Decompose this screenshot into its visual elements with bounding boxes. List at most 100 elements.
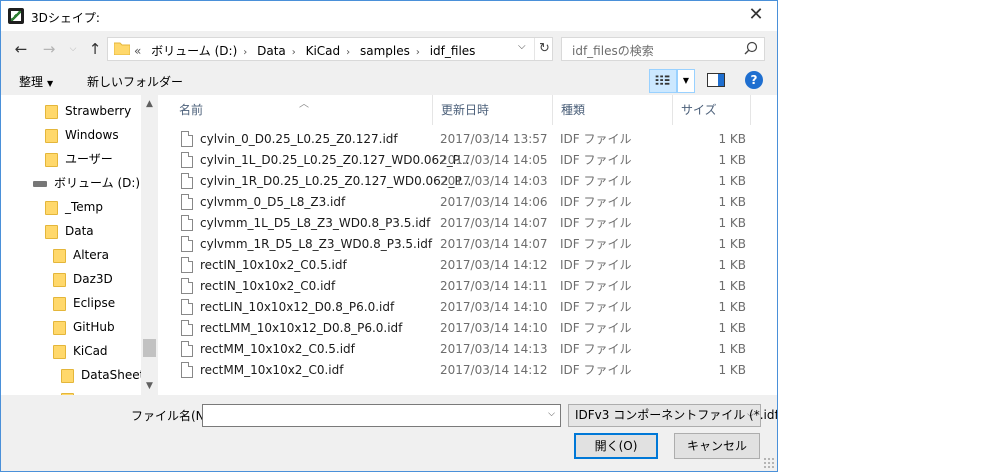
file-type: IDF ファイル	[560, 216, 632, 230]
tree-item-data[interactable]: Data	[45, 219, 94, 243]
file-row[interactable]: cylvmm_1R_D5_L8_Z3_WD0.8_P3.5.idf 2017/0…	[171, 234, 761, 255]
file-size: 1 KB	[718, 279, 746, 293]
file-size: 1 KB	[718, 321, 746, 335]
file-date: 2017/03/14 14:13	[440, 342, 548, 356]
tree-item-partial[interactable]	[61, 387, 81, 395]
file-date: 2017/03/14 14:03	[440, 174, 548, 188]
file-name: rectLMM_10x10x12_D0.8_P6.0.idf	[200, 321, 403, 335]
file-type: IDF ファイル	[560, 132, 632, 146]
search-box[interactable]: idf_filesの検索	[561, 37, 765, 61]
tree-item-strawberry[interactable]: Strawberry	[45, 99, 131, 123]
refresh-icon[interactable]: ↻	[534, 38, 554, 60]
search-icon[interactable]	[744, 41, 758, 55]
file-date: 2017/03/14 14:07	[440, 237, 548, 251]
file-name: rectMM_10x10x2_C0.idf	[200, 363, 344, 377]
address-history-chevron-icon[interactable]: ⌵	[518, 41, 526, 52]
folder-icon	[45, 128, 58, 143]
file-name: cylvin_0_D0.25_L0.25_Z0.127.idf	[200, 132, 398, 146]
file-icon	[181, 173, 193, 189]
tree-item-github[interactable]: GitHub	[53, 315, 115, 339]
tree-item-label: Eclipse	[73, 296, 116, 310]
title-bar: 3Dシェイプ: ✕	[1, 1, 777, 31]
address-bar[interactable]: « ボリューム (D:) › Data › KiCad › samples › idf_…	[107, 37, 553, 61]
tree-item-label: Data	[65, 224, 94, 238]
file-row[interactable]: cylvmm_1L_D5_L8_Z3_WD0.8_P3.5.idf 2017/0…	[171, 213, 761, 234]
breadcrumb-separator-icon[interactable]: ›	[292, 47, 296, 58]
help-icon[interactable]: ?	[745, 71, 763, 89]
column-header-name[interactable]: 名前	[171, 95, 433, 125]
file-type-select[interactable]: IDFv3 コンポーネントファイル (*.idf) ⌵	[568, 404, 777, 427]
tree-item-kicad[interactable]: KiCad	[53, 339, 108, 363]
tree-item-label: GitHub	[73, 320, 115, 334]
file-row[interactable]: rectIN_10x10x2_C0.5.idf 2017/03/14 14:12…	[171, 255, 761, 276]
breadcrumb-separator-icon[interactable]: ›	[416, 47, 420, 58]
resize-grip-icon[interactable]	[763, 457, 775, 469]
file-size: 1 KB	[718, 132, 746, 146]
column-header-size[interactable]: サイズ	[673, 95, 751, 125]
folder-icon	[53, 320, 66, 335]
file-row[interactable]: rectLMM_10x10x12_D0.8_P6.0.idf 2017/03/1…	[171, 318, 761, 339]
caret-down-icon: ▼	[47, 79, 54, 88]
file-name: rectIN_10x10x2_C0.idf	[200, 279, 336, 293]
breadcrumb-samples[interactable]: samples	[360, 44, 410, 58]
folder-icon	[53, 248, 66, 263]
file-row[interactable]: rectMM_10x10x2_C0.5.idf 2017/03/14 14:13…	[171, 339, 761, 360]
breadcrumb-separator-icon[interactable]: ›	[346, 47, 350, 58]
tree-item-altera[interactable]: Altera	[53, 243, 109, 267]
cancel-button[interactable]: キャンセル	[674, 433, 760, 459]
preview-pane-icon[interactable]	[707, 73, 725, 87]
navigation-pane-scrollbar[interactable]: ▲ ▼	[141, 95, 158, 395]
file-row[interactable]: rectIN_10x10x2_C0.idf 2017/03/14 14:11 I…	[171, 276, 761, 297]
back-arrow-icon[interactable]: ←	[11, 39, 31, 59]
tree-item-users[interactable]: ユーザー	[45, 147, 113, 171]
tree-item-volume-d[interactable]: ボリューム (D:)	[23, 171, 140, 195]
scrollbar-thumb[interactable]	[143, 339, 156, 357]
file-row[interactable]: cylvmm_0_D5_L8_Z3.idf 2017/03/14 14:06 I…	[171, 192, 761, 213]
file-row[interactable]: cylvin_1R_D0.25_L0.25_Z0.127_WD0.062_P..…	[171, 171, 761, 192]
file-size: 1 KB	[718, 153, 746, 167]
file-size: 1 KB	[718, 258, 746, 272]
command-bar: 整理 ▼ 新しいフォルダー ▼ ?	[1, 67, 777, 95]
breadcrumb-kicad[interactable]: KiCad	[306, 44, 341, 58]
tree-item-windows[interactable]: Windows	[45, 123, 119, 147]
breadcrumb-idf-files[interactable]: idf_files	[430, 44, 476, 58]
close-icon[interactable]: ✕	[739, 3, 773, 29]
breadcrumb-data[interactable]: Data	[257, 44, 286, 58]
tree-item-eclipse[interactable]: Eclipse	[53, 291, 115, 315]
open-button[interactable]: 開く(O)	[574, 433, 658, 459]
file-icon	[181, 131, 193, 147]
tree-item-label: Altera	[73, 248, 109, 262]
file-type: IDF ファイル	[560, 174, 632, 188]
file-row[interactable]: cylvin_0_D0.25_L0.25_Z0.127.idf 2017/03/…	[171, 129, 761, 150]
file-icon	[181, 257, 193, 273]
new-folder-button[interactable]: 新しいフォルダー	[87, 73, 183, 90]
organize-menu[interactable]: 整理 ▼	[19, 73, 53, 90]
tree-item-temp[interactable]: _Temp	[45, 195, 103, 219]
file-row[interactable]: rectLIN_10x10x12_D0.8_P6.0.idf 2017/03/1…	[171, 297, 761, 318]
up-arrow-icon[interactable]: ↑	[85, 39, 105, 59]
file-name: cylvmm_1L_D5_L8_Z3_WD0.8_P3.5.idf	[200, 216, 431, 230]
scroll-up-icon[interactable]: ▲	[141, 99, 158, 109]
breadcrumb-overflow[interactable]: «	[134, 44, 141, 58]
folder-icon	[53, 272, 66, 287]
filename-input[interactable]: ⌵	[202, 404, 561, 427]
file-date: 2017/03/14 14:12	[440, 258, 548, 272]
file-type: IDF ファイル	[560, 237, 632, 251]
column-header-type[interactable]: 種類	[553, 95, 673, 125]
column-header-date[interactable]: 更新日時	[433, 95, 553, 125]
file-size: 1 KB	[718, 342, 746, 356]
tree-item-datasheet[interactable]: DataSheet	[61, 363, 144, 387]
recent-locations-chevron-icon[interactable]: ⌵	[63, 39, 83, 59]
filename-history-chevron-icon[interactable]: ⌵	[548, 409, 555, 419]
file-icon	[181, 299, 193, 315]
forward-arrow-icon[interactable]: →	[39, 39, 59, 59]
file-row[interactable]: cylvin_1L_D0.25_L0.25_Z0.127_WD0.062_P..…	[171, 150, 761, 171]
breadcrumb-volume[interactable]: ボリューム (D:)	[151, 44, 237, 58]
view-options-dropdown[interactable]: ▼	[677, 69, 695, 93]
tree-item-daz3d[interactable]: Daz3D	[53, 267, 113, 291]
scroll-down-icon[interactable]: ▼	[141, 381, 158, 391]
folder-icon	[45, 224, 58, 239]
breadcrumb-separator-icon[interactable]: ›	[243, 47, 247, 58]
file-row[interactable]: rectMM_10x10x2_C0.idf 2017/03/14 14:12 I…	[171, 360, 761, 381]
change-view-button[interactable]	[649, 69, 677, 93]
